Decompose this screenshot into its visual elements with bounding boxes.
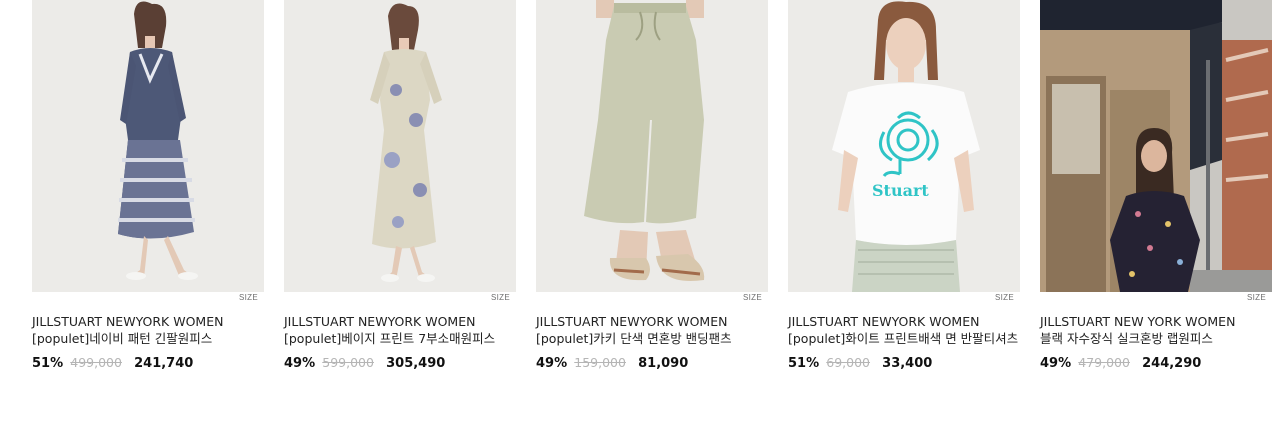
product-photo-white-tshirt: Stuart bbox=[788, 0, 1020, 292]
sale-price: 33,400 bbox=[882, 356, 933, 371]
product-info: JILLSTUART NEW YORK WOMEN 블랙 자수장식 실크혼방 랩… bbox=[1040, 313, 1272, 371]
price-row: 49% 599,000 305,490 bbox=[284, 355, 516, 371]
original-price: 69,000 bbox=[826, 355, 871, 370]
product-photo-navy-dress bbox=[32, 0, 264, 292]
discount-rate: 49% bbox=[1040, 356, 1072, 371]
product-card[interactable]: Stuart SIZE JILLSTUART NEWYORK WOMEN [po… bbox=[788, 0, 1020, 371]
product-name[interactable]: [populet]베이지 프린트 7부소매원피스 bbox=[284, 330, 516, 347]
product-card[interactable]: SIZE JILLSTUART NEWYORK WOMEN [populet]네… bbox=[32, 0, 264, 371]
price-row: 51% 499,000 241,740 bbox=[32, 355, 264, 371]
size-tag[interactable]: SIZE bbox=[743, 293, 762, 302]
size-tag[interactable]: SIZE bbox=[1247, 293, 1266, 302]
price-row: 51% 69,000 33,400 bbox=[788, 355, 1020, 371]
product-name[interactable]: [populet]화이트 프린트배색 면 반팔티셔츠 bbox=[788, 330, 1020, 347]
product-image[interactable] bbox=[284, 0, 516, 292]
product-image[interactable] bbox=[1040, 0, 1272, 292]
product-brand: JILLSTUART NEWYORK WOMEN bbox=[32, 314, 224, 329]
product-card[interactable]: SIZE JILLSTUART NEWYORK WOMEN [populet]카… bbox=[536, 0, 768, 371]
product-brand: JILLSTUART NEWYORK WOMEN bbox=[788, 314, 980, 329]
sale-price: 81,090 bbox=[638, 356, 689, 371]
svg-text:Stuart: Stuart bbox=[872, 181, 929, 200]
sale-price: 244,290 bbox=[1142, 356, 1202, 371]
product-info: JILLSTUART NEWYORK WOMEN [populet]네이비 패턴… bbox=[32, 313, 264, 371]
product-name[interactable]: [populet]네이비 패턴 긴팔원피스 bbox=[32, 330, 264, 347]
original-price: 599,000 bbox=[322, 355, 374, 370]
product-info: JILLSTUART NEWYORK WOMEN [populet]화이트 프린… bbox=[788, 313, 1020, 371]
discount-rate: 51% bbox=[32, 356, 64, 371]
sale-price: 241,740 bbox=[134, 356, 194, 371]
product-image[interactable]: Stuart bbox=[788, 0, 1020, 292]
product-photo-black-wrap-dress bbox=[1040, 0, 1272, 292]
original-price: 479,000 bbox=[1078, 355, 1130, 370]
product-card[interactable]: SIZE JILLSTUART NEWYORK WOMEN [populet]베… bbox=[284, 0, 516, 371]
product-info: JILLSTUART NEWYORK WOMEN [populet]카키 단색 … bbox=[536, 313, 768, 371]
product-card[interactable]: SIZE JILLSTUART NEW YORK WOMEN 블랙 자수장식 실… bbox=[1040, 0, 1272, 371]
product-image[interactable] bbox=[536, 0, 768, 292]
product-name[interactable]: 블랙 자수장식 실크혼방 랩원피스 bbox=[1040, 330, 1272, 347]
product-name[interactable]: [populet]카키 단색 면혼방 밴딩팬츠 bbox=[536, 330, 768, 347]
original-price: 499,000 bbox=[70, 355, 122, 370]
product-grid: SIZE JILLSTUART NEWYORK WOMEN [populet]네… bbox=[0, 0, 1273, 425]
product-info: JILLSTUART NEWYORK WOMEN [populet]베이지 프린… bbox=[284, 313, 516, 371]
sale-price: 305,490 bbox=[386, 356, 446, 371]
original-price: 159,000 bbox=[574, 355, 626, 370]
discount-rate: 51% bbox=[788, 356, 820, 371]
size-tag[interactable]: SIZE bbox=[995, 293, 1014, 302]
product-brand: JILLSTUART NEW YORK WOMEN bbox=[1040, 314, 1236, 329]
product-brand: JILLSTUART NEWYORK WOMEN bbox=[536, 314, 728, 329]
discount-rate: 49% bbox=[536, 356, 568, 371]
price-row: 49% 159,000 81,090 bbox=[536, 355, 768, 371]
product-image[interactable] bbox=[32, 0, 264, 292]
product-photo-khaki-pants bbox=[536, 0, 768, 292]
price-row: 49% 479,000 244,290 bbox=[1040, 355, 1272, 371]
size-tag[interactable]: SIZE bbox=[491, 293, 510, 302]
discount-rate: 49% bbox=[284, 356, 316, 371]
size-tag[interactable]: SIZE bbox=[239, 293, 258, 302]
product-photo-beige-dress bbox=[284, 0, 516, 292]
product-brand: JILLSTUART NEWYORK WOMEN bbox=[284, 314, 476, 329]
